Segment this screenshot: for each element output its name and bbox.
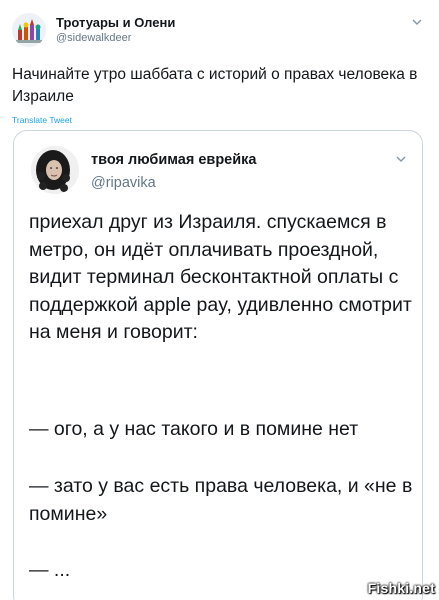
author-name[interactable]: Тротуары и Олени	[56, 15, 175, 31]
author-info: Тротуары и Олени @sidewalkdeer	[56, 15, 175, 45]
quoted-paragraph: приехал друг из Израиля. спускаемся в ме…	[29, 211, 412, 343]
chevron-down-icon[interactable]	[395, 153, 407, 165]
profile-photo-avatar	[31, 146, 79, 194]
quoted-paragraph: — зато у вас есть права человека, и «не …	[29, 475, 413, 525]
tweet-screenshot: Тротуары и Олени @sidewalkdeer Начинайте…	[0, 0, 439, 600]
quoted-paragraph: — ого, а у нас такого и в помине нет	[29, 418, 359, 440]
quoted-author-avatar[interactable]	[31, 146, 79, 194]
translate-tweet-link[interactable]: Translate Tweet	[12, 115, 72, 125]
quoted-author-handle[interactable]: @ripavika	[91, 174, 156, 192]
kremlin-avatar-icon	[12, 13, 46, 47]
author-handle[interactable]: @sidewalkdeer	[56, 31, 175, 45]
quoted-paragraph: — ...	[29, 559, 71, 581]
quoted-tweet-card[interactable]: твоя любимая еврейка @ripavika приехал д…	[13, 130, 423, 600]
quoted-author-name[interactable]: твоя любимая еврейка	[91, 151, 256, 169]
chevron-down-icon[interactable]	[411, 16, 423, 28]
watermark: Fishki.net	[367, 580, 435, 596]
author-avatar[interactable]	[12, 13, 46, 47]
tweet-text: Начинайте утро шаббата с историй о права…	[12, 66, 418, 105]
